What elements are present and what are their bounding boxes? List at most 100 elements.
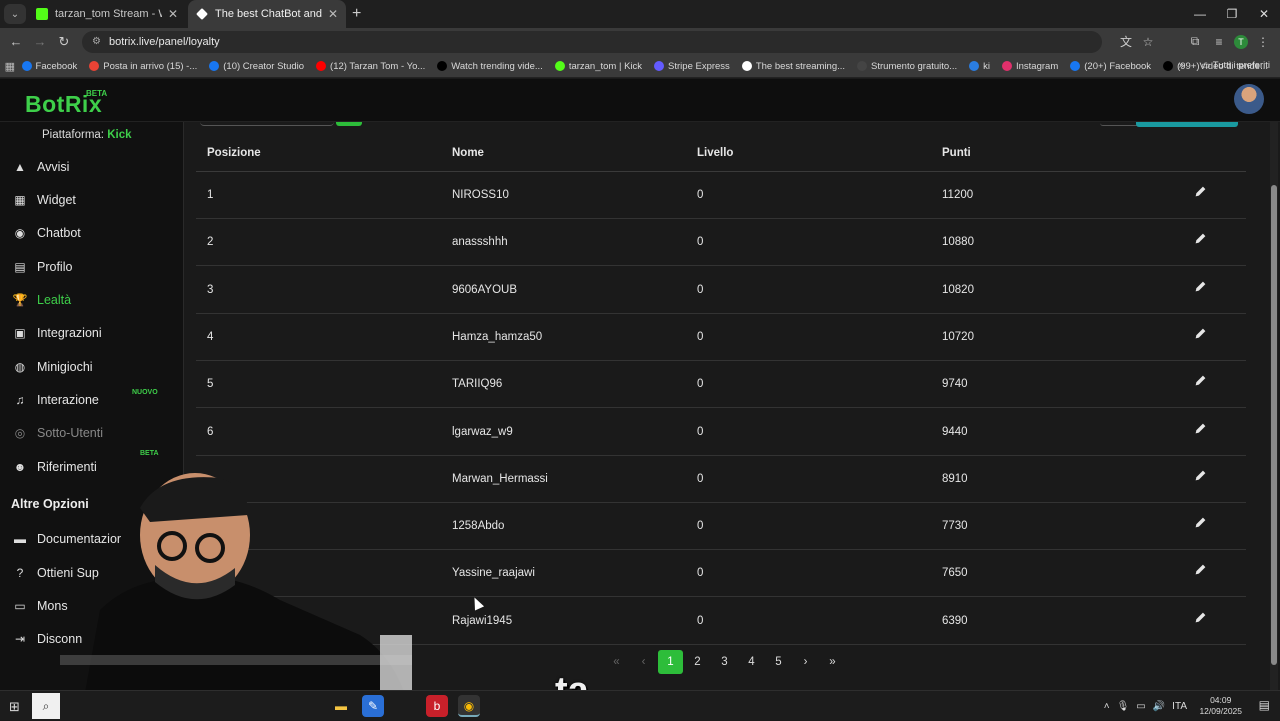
- cell-name: lgarwaz_w9: [452, 425, 513, 438]
- search-input[interactable]: [200, 122, 334, 126]
- input-language[interactable]: ITA: [1172, 701, 1187, 712]
- bookmark-label: Watch trending vide...: [451, 60, 543, 72]
- profile-avatar-icon[interactable]: T: [1234, 34, 1248, 49]
- tab-search-button[interactable]: ⌄: [4, 4, 26, 24]
- cell-position: 3: [207, 283, 214, 296]
- sidebar-item-interazione[interactable]: ♫ Interazione: [12, 390, 99, 410]
- sidebar-item-label: Minigiochi: [37, 360, 93, 374]
- user-avatar[interactable]: [1234, 84, 1264, 114]
- page-1-button[interactable]: 1: [658, 650, 683, 674]
- tray-overflow-icon[interactable]: ˄: [1104, 701, 1110, 712]
- search-icon[interactable]: ⌕: [32, 693, 60, 719]
- edit-pencil-icon[interactable]: [1194, 280, 1210, 296]
- edit-pencil-icon[interactable]: [1194, 563, 1210, 579]
- cell-level: 0: [697, 236, 704, 249]
- more-bookmarks-icon[interactable]: »: [1178, 60, 1184, 71]
- page-5-button[interactable]: 5: [766, 650, 791, 674]
- platform-label: Piattaforma:: [42, 129, 104, 141]
- apps-grid-icon[interactable]: ▦: [4, 60, 16, 73]
- edit-pencil-icon[interactable]: [1194, 422, 1210, 438]
- sidebar-item-lealt-[interactable]: 🏆 Lealtà: [12, 290, 72, 310]
- windows-start-icon[interactable]: ⊞: [9, 699, 20, 715]
- tab-kick-stream[interactable]: tarzan_tom Stream - Watch Live ✕: [28, 0, 186, 28]
- media-icon[interactable]: ≡: [1210, 35, 1228, 49]
- bookmark-item[interactable]: tarzan_tom | Kick: [554, 61, 642, 72]
- reload-icon[interactable]: ↻: [52, 34, 76, 50]
- last-page-icon[interactable]: »: [820, 650, 845, 674]
- sidebar-item-minigiochi[interactable]: ◍ Minigiochi: [12, 357, 93, 377]
- translate-icon[interactable]: 文: [1115, 33, 1137, 50]
- all-bookmarks-folder[interactable]: ▭ Tutti i preferiti: [1201, 60, 1270, 71]
- col-header-level[interactable]: Livello: [697, 147, 733, 159]
- sidebar-item-profilo[interactable]: ▤ Profilo: [12, 257, 72, 277]
- col-header-name[interactable]: Nome: [452, 147, 484, 159]
- bookmark-item[interactable]: Posta in arrivo (15) -...: [89, 61, 197, 72]
- edit-pencil-icon[interactable]: [1194, 374, 1210, 390]
- botrix-favicon-icon: [196, 8, 208, 20]
- media-app-icon[interactable]: b: [426, 695, 448, 717]
- bookmark-item[interactable]: Strumento gratuito...: [857, 61, 957, 72]
- page-scrollbar-thumb[interactable]: [1271, 185, 1277, 665]
- back-icon[interactable]: ←: [4, 34, 28, 49]
- cell-position: 1: [207, 189, 214, 201]
- prev-page-icon[interactable]: ‹: [631, 650, 656, 674]
- edit-pencil-icon[interactable]: [1194, 185, 1210, 201]
- chrome-app-icon[interactable]: ◉: [458, 695, 480, 717]
- edit-pencil-icon[interactable]: [1194, 516, 1210, 532]
- bookmark-item[interactable]: Watch trending vide...: [437, 61, 543, 72]
- sidebar-item-sotto-utenti[interactable]: ◎ Sotto-Utenti: [12, 423, 103, 443]
- sidebar-item-widget[interactable]: ▦ Widget: [12, 190, 76, 210]
- bookmark-item[interactable]: Facebook: [21, 61, 77, 72]
- page-4-button[interactable]: 4: [739, 650, 764, 674]
- next-page-icon[interactable]: ›: [793, 650, 818, 674]
- sidebar-item-avvisi[interactable]: ▲ Avvisi: [12, 157, 69, 177]
- extensions-icon[interactable]: ⧉: [1186, 34, 1204, 49]
- col-header-points[interactable]: Punti: [942, 147, 971, 159]
- close-window-icon[interactable]: ✕: [1248, 0, 1280, 28]
- bookmark-star-icon[interactable]: ☆: [1137, 35, 1159, 49]
- bookmark-item[interactable]: (20+) Facebook: [1070, 61, 1151, 72]
- network-icon[interactable]: ▭: [1136, 701, 1145, 712]
- col-header-position[interactable]: Posizione: [207, 147, 261, 159]
- bookmark-item[interactable]: Stripe Express: [654, 61, 730, 72]
- bookmark-favicon-icon: [316, 61, 327, 71]
- menu-kebab-icon[interactable]: ⋮: [1254, 35, 1272, 49]
- page-2-button[interactable]: 2: [685, 650, 710, 674]
- paint-app-icon[interactable]: ✎: [362, 695, 384, 717]
- edit-pencil-icon[interactable]: [1194, 469, 1210, 485]
- bookmark-item[interactable]: ki: [969, 61, 990, 72]
- sidebar-item-integrazioni[interactable]: ▣ Integrazioni: [12, 323, 101, 343]
- minimize-icon[interactable]: —: [1184, 0, 1216, 28]
- search-button[interactable]: [336, 122, 362, 126]
- volume-icon[interactable]: 🔊: [1153, 701, 1165, 712]
- edit-pencil-icon[interactable]: [1194, 232, 1210, 248]
- page-3-button[interactable]: 3: [712, 650, 737, 674]
- close-tab-icon[interactable]: ✕: [328, 7, 338, 21]
- new-tab-icon[interactable]: +: [352, 5, 361, 23]
- gamepad-icon: ◍: [14, 360, 26, 374]
- tab-botrix[interactable]: The best ChatBot and Widgets ✕: [188, 0, 346, 28]
- file-explorer-icon[interactable]: ▬: [330, 695, 352, 717]
- bookmark-item[interactable]: Instagram: [1002, 61, 1058, 72]
- forward-icon[interactable]: →: [28, 34, 52, 49]
- action-button[interactable]: [1136, 122, 1238, 127]
- notifications-icon[interactable]: ▤: [1259, 698, 1270, 712]
- system-clock[interactable]: 04:09 12/09/2025: [1199, 695, 1242, 717]
- restore-icon[interactable]: ❐: [1216, 0, 1248, 28]
- sidebar-item-chatbot[interactable]: ◉ Chatbot: [12, 223, 81, 243]
- cell-name: Rajawi1945: [452, 614, 513, 627]
- bookmark-item[interactable]: (10) Creator Studio: [209, 61, 304, 72]
- cell-level: 0: [697, 330, 704, 343]
- site-info-icon[interactable]: ⚙: [92, 36, 101, 47]
- bookmark-item[interactable]: (12) Tarzan Tom - Yo...: [316, 61, 425, 72]
- url-field[interactable]: ⚙ botrix.live/panel/loyalty: [82, 30, 1102, 53]
- close-tab-icon[interactable]: ✕: [168, 7, 178, 21]
- bookmark-item[interactable]: The best streaming...: [741, 61, 845, 72]
- edit-pencil-icon[interactable]: [1194, 327, 1210, 343]
- cell-name: Yassine_raajawi: [452, 567, 535, 580]
- cell-position: 6: [207, 425, 214, 438]
- first-page-icon[interactable]: «: [604, 650, 629, 674]
- bookmark-label: Stripe Express: [668, 60, 730, 72]
- edit-pencil-icon[interactable]: [1194, 611, 1210, 627]
- microphone-icon[interactable]: 🎙: [1117, 701, 1130, 712]
